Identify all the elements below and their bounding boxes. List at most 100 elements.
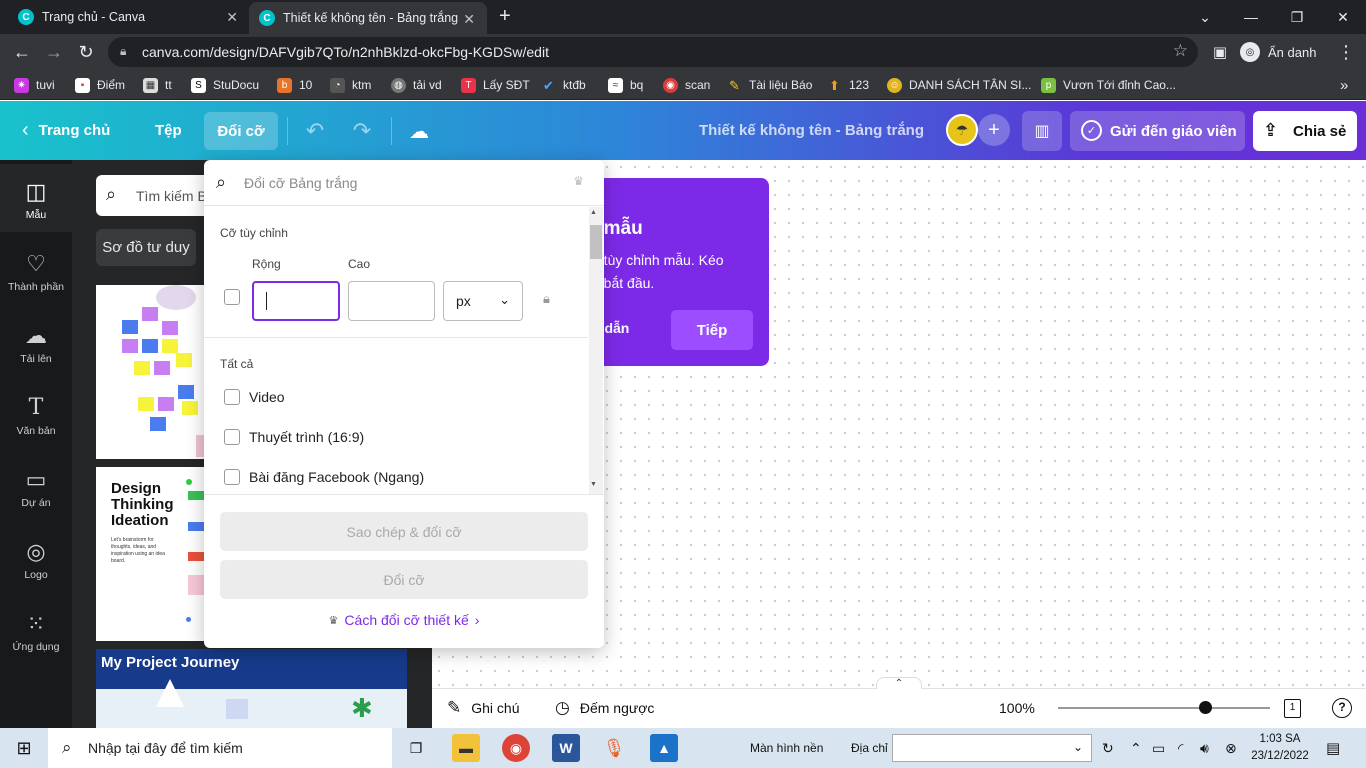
notes-button[interactable]: ✎ Ghi chú — [447, 688, 520, 728]
back-icon[interactable]: ← — [6, 34, 38, 70]
photos-icon[interactable]: ▲ — [650, 734, 678, 762]
bookmark-item[interactable]: ✔ ktđb — [541, 76, 586, 94]
cloud-saved-icon[interactable]: ☁ — [405, 117, 433, 145]
bookmark-item[interactable]: ▦ tt — [143, 76, 172, 94]
tip-next-button[interactable]: Tiếp — [671, 310, 753, 350]
send-to-teacher-button[interactable]: ✓ Gửi đến giáo viên — [1070, 111, 1245, 151]
bookmark-item[interactable]: S StuDocu — [191, 76, 259, 94]
option-checkbox[interactable] — [224, 389, 240, 405]
incognito-profile[interactable]: ◎ Ẩn danh — [1240, 41, 1316, 63]
notifications-icon[interactable]: ▤ — [1326, 728, 1340, 768]
chevron-up-icon[interactable]: ⌃ — [876, 677, 922, 689]
address-toolbar-input[interactable]: ⌄ — [892, 734, 1092, 762]
task-view-icon[interactable]: ❐ — [402, 734, 430, 762]
bookmark-item[interactable]: ✷ tuvi — [14, 76, 55, 94]
wifi-icon[interactable]: ◜ — [1178, 728, 1183, 768]
sidebar-item-projects[interactable]: ▭ Dự án — [0, 452, 72, 520]
browser-tab-home[interactable]: C Trang chủ - Canva ✕ — [0, 0, 250, 34]
restore-icon[interactable]: ❐ — [1274, 0, 1320, 34]
battery-icon[interactable]: ▭ — [1152, 728, 1165, 768]
how-to-resize-link[interactable]: ♛ Cách đổi cỡ thiết kế › — [204, 610, 604, 630]
undo-icon[interactable]: ↶ — [301, 117, 329, 145]
option-checkbox[interactable] — [224, 429, 240, 445]
bookmark-item[interactable]: ⬆ 123 — [827, 76, 869, 94]
bookmark-item[interactable]: ◍ tải vd — [391, 76, 442, 94]
file-explorer-icon[interactable]: ▬ — [452, 734, 480, 762]
width-input[interactable] — [252, 281, 340, 321]
copy-resize-button[interactable]: Sao chép & đổi cỡ — [220, 512, 588, 551]
unit-select[interactable]: px ⌄ — [443, 281, 523, 321]
minimize-icon[interactable]: — — [1228, 0, 1274, 34]
timer-button[interactable]: ◷ Đếm ngược — [555, 688, 654, 728]
pages-button[interactable]: 1 — [1284, 688, 1301, 728]
sidebar-item-elements[interactable]: ♡ Thành phần — [0, 236, 72, 304]
microphone-icon[interactable]: 🎙︎ — [600, 734, 628, 762]
popup-scrollbar-thumb[interactable] — [590, 225, 602, 259]
bookmarks-more[interactable]: » — [1340, 76, 1348, 94]
sidebar-item-apps[interactable]: ⁙ Ứng dụng — [0, 596, 72, 664]
browser-tab-design[interactable]: C Thiết kế không tên - Bảng trắng ✕ — [249, 2, 487, 34]
resize-button[interactable]: Đổi cỡ — [204, 112, 278, 150]
zoom-value[interactable]: 100% — [999, 688, 1035, 728]
input-language-icon[interactable]: ⊗ — [1225, 728, 1237, 768]
insights-icon[interactable]: ▥ — [1022, 111, 1062, 151]
file-menu[interactable]: Tệp — [155, 101, 182, 160]
resize-search-input[interactable]: ⌕ Đổi cỡ Bảng trắng ♛ — [204, 160, 604, 206]
height-input[interactable] — [348, 281, 435, 321]
forward-icon[interactable]: → — [38, 34, 70, 70]
bookmark-item[interactable]: ▪ Điểm — [75, 76, 125, 94]
share-button[interactable]: ⇪ Chia sẻ — [1253, 111, 1357, 151]
tab-search-icon[interactable]: ⌄ — [1182, 0, 1228, 34]
desktop-toolbar-label[interactable]: Màn hình nền — [750, 728, 823, 768]
new-tab-button[interactable]: + — [499, 5, 511, 28]
help-button[interactable]: ? — [1332, 688, 1352, 728]
option-checkbox[interactable] — [224, 469, 240, 485]
bookmark-item[interactable]: p Vươn Tới đỉnh Cao... — [1041, 76, 1176, 94]
close-tab-icon[interactable]: ✕ — [226, 9, 238, 26]
bookmark-item[interactable]: ☺ DANH SÁCH TÂN SI... — [887, 76, 1031, 94]
url-bar[interactable]: 🔒︎ canva.com/design/DAFVgib7QTo/n2nhBklz… — [108, 37, 1198, 67]
resize-apply-button[interactable]: Đổi cỡ — [220, 560, 588, 599]
home-link[interactable]: ‹ Trang chủ — [22, 101, 110, 160]
size-option-presentation[interactable]: Thuyết trình (16:9) — [224, 427, 364, 447]
size-option-video[interactable]: Video — [224, 387, 285, 407]
bookmark-star-icon[interactable]: ☆ — [1173, 41, 1188, 61]
close-tab-icon[interactable]: ✕ — [463, 11, 475, 28]
bookmark-item[interactable]: ✎ Tài liệu Báo — [727, 76, 812, 94]
chevron-up-icon[interactable]: ⌃ — [1130, 728, 1142, 768]
scroll-up-icon[interactable]: ▲ — [590, 209, 597, 216]
chrome-icon[interactable]: ◉ — [502, 734, 530, 762]
close-window-icon[interactable]: ✕ — [1320, 0, 1366, 34]
bookmark-item[interactable]: b 10 — [277, 76, 312, 94]
sidebar-item-templates[interactable]: ◫ Mẫu — [0, 164, 72, 232]
taskbar-clock[interactable]: 1:03 SA 23/12/2022 — [1250, 731, 1310, 765]
volume-icon[interactable]: 🔊︎ — [1200, 728, 1209, 768]
word-icon[interactable]: W — [552, 734, 580, 762]
refresh-icon[interactable]: ↻ — [1102, 728, 1114, 768]
sidebar-item-label: Tải lên — [20, 353, 52, 365]
category-chip[interactable]: Sơ đồ tư duy — [96, 229, 196, 266]
custom-size-checkbox[interactable] — [224, 289, 240, 305]
redo-icon[interactable]: ↷ — [348, 117, 376, 145]
taskbar-search-input[interactable]: ⌕ Nhập tại đây để tìm kiếm — [48, 728, 392, 768]
bookmark-item[interactable]: T Lấy SĐT — [461, 76, 530, 94]
reload-icon[interactable]: ↻ — [70, 34, 102, 70]
menu-icon[interactable]: ⋮ — [1330, 34, 1362, 70]
lock-aspect-icon[interactable]: 🔒︎ — [543, 291, 550, 307]
bookmark-item[interactable]: ≈ bq — [608, 76, 643, 94]
bookmark-item[interactable]: ◉ scan — [663, 76, 710, 94]
sidebar-item-logo[interactable]: ◎ Logo — [0, 524, 72, 592]
size-option-facebook[interactable]: Bài đăng Facebook (Ngang) — [224, 467, 424, 487]
sidebar-item-text[interactable]: T Văn bản — [0, 380, 72, 448]
sidebar-item-uploads[interactable]: ☁ Tải lên — [0, 308, 72, 376]
zoom-slider-handle[interactable] — [1199, 701, 1212, 714]
add-collaborator-icon[interactable]: + — [978, 114, 1010, 146]
design-title[interactable]: Thiết kế không tên - Bảng trắng — [699, 101, 924, 160]
windows-start-icon[interactable]: ⊞ — [10, 734, 38, 762]
side-panel-icon[interactable]: ▣ — [1204, 34, 1236, 70]
bookmark-item[interactable]: ◔ ktm — [330, 76, 371, 94]
avatar[interactable]: ☂ — [946, 114, 978, 146]
zoom-slider[interactable] — [1058, 707, 1270, 709]
template-thumbnail[interactable]: My Project Journey ✱ — [96, 649, 407, 728]
scroll-down-icon[interactable]: ▼ — [590, 481, 597, 488]
